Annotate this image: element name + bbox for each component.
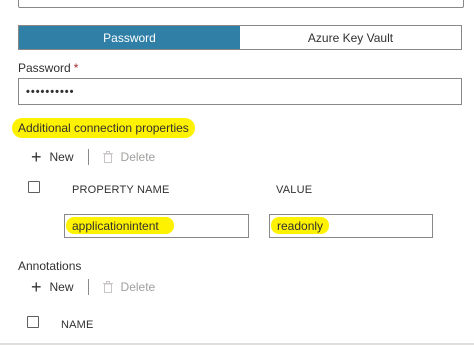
property-value-input[interactable]: readonly xyxy=(269,214,433,238)
password-value: •••••••••• xyxy=(26,85,75,98)
new-annotation-button[interactable]: New xyxy=(50,280,74,294)
required-marker: * xyxy=(73,61,79,75)
property-name-value: applicationintent xyxy=(72,219,159,233)
connection-properties-heading: Additional connection properties xyxy=(12,118,195,138)
property-value-value: readonly xyxy=(277,219,324,233)
property-name-column-header: PROPERTY NAME xyxy=(72,184,170,196)
value-column-header: VALUE xyxy=(276,184,313,196)
delete-icon xyxy=(102,151,113,163)
annotation-name-column-header: NAME xyxy=(61,319,94,331)
add-icon: + xyxy=(31,147,42,167)
add-icon: + xyxy=(31,277,42,297)
annotations-heading: Annotations xyxy=(18,259,82,273)
command-separator xyxy=(87,279,89,295)
previous-field-bottom xyxy=(18,0,464,8)
select-all-annotations-checkbox[interactable] xyxy=(27,316,39,328)
delete-annotation-button[interactable]: Delete xyxy=(121,280,156,294)
select-all-properties-checkbox[interactable] xyxy=(28,181,40,193)
password-label: Password * xyxy=(18,61,79,75)
password-toggle-option[interactable]: Password xyxy=(19,26,240,49)
annotations-commands: + New Delete xyxy=(31,277,156,297)
delete-icon xyxy=(102,281,113,293)
new-property-button[interactable]: New xyxy=(50,150,74,164)
azure-key-vault-toggle-option[interactable]: Azure Key Vault xyxy=(240,26,461,49)
auth-type-toggle[interactable]: Password Azure Key Vault xyxy=(18,25,462,50)
command-separator xyxy=(87,149,89,165)
password-input[interactable]: •••••••••• xyxy=(18,78,462,105)
delete-property-button[interactable]: Delete xyxy=(121,150,156,164)
property-name-input[interactable]: applicationintent xyxy=(64,214,249,238)
connection-properties-commands: + New Delete xyxy=(31,147,156,167)
